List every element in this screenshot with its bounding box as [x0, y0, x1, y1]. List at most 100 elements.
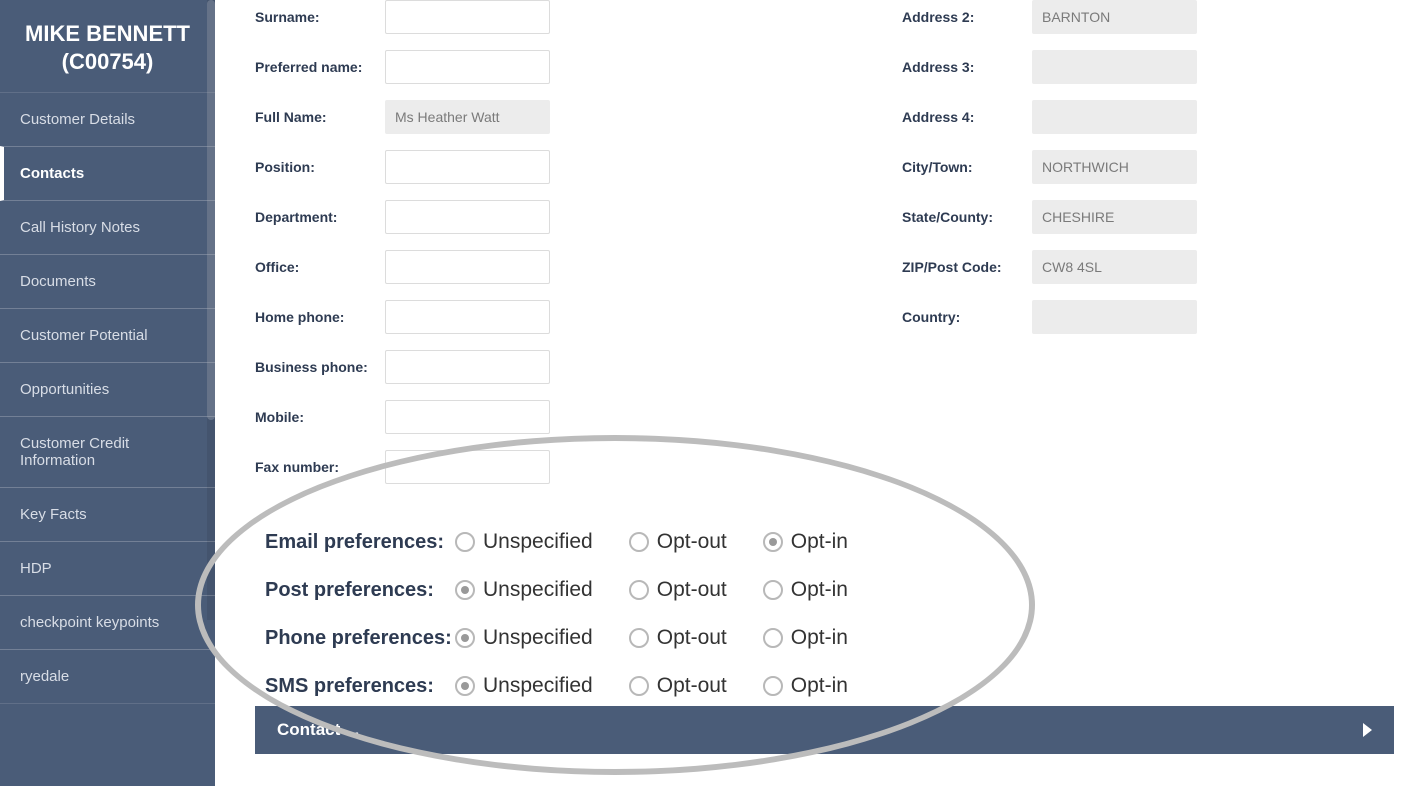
country-field-row: Country:: [902, 300, 1369, 334]
zip-post-code-field: [1032, 250, 1197, 284]
radio-icon[interactable]: [629, 532, 649, 552]
right-column: Address 2: Address 3: Address 4: City/Town:…: [902, 0, 1369, 500]
surname-field-label: Surname:: [255, 9, 385, 25]
left-column: Surname: Preferred name: Full Name: Positio…: [255, 0, 722, 500]
business-phone-field-label: Business phone:: [255, 359, 385, 375]
radio-icon[interactable]: [455, 628, 475, 648]
sidebar-item-call-history-notes[interactable]: Call History Notes: [0, 200, 215, 255]
fax-number-field-label: Fax number:: [255, 459, 385, 475]
post-preferences-opt-out[interactable]: Opt-out: [629, 578, 727, 602]
sms-preferences-opt-in[interactable]: Opt-in: [763, 674, 848, 698]
preferred-name-field-label: Preferred name:: [255, 59, 385, 75]
post-preferences-opt-in[interactable]: Opt-in: [763, 578, 848, 602]
sidebar-item-customer-potential[interactable]: Customer Potential: [0, 308, 215, 363]
mobile-field[interactable]: [385, 400, 550, 434]
phone-preferences-option-label: Opt-out: [657, 626, 727, 650]
post-preferences-label: Post preferences:: [265, 579, 455, 602]
sms-preferences-opt-out[interactable]: Opt-out: [629, 674, 727, 698]
surname-field[interactable]: [385, 0, 550, 34]
office-field-row: Office:: [255, 250, 722, 284]
sidebar-item-contacts[interactable]: Contacts: [0, 146, 215, 201]
radio-icon[interactable]: [455, 676, 475, 696]
mobile-field-row: Mobile:: [255, 400, 722, 434]
sidebar-scrollbar-thumb[interactable]: [207, 0, 215, 420]
sidebar-item-customer-details[interactable]: Customer Details: [0, 92, 215, 147]
office-field[interactable]: [385, 250, 550, 284]
email-preferences-opt-in[interactable]: Opt-in: [763, 530, 848, 554]
preferred-name-field[interactable]: [385, 50, 550, 84]
radio-icon[interactable]: [763, 676, 783, 696]
sidebar-item-documents[interactable]: Documents: [0, 254, 215, 309]
fax-number-field[interactable]: [385, 450, 550, 484]
sms-preferences-label: SMS preferences:: [265, 675, 455, 698]
radio-icon[interactable]: [763, 532, 783, 552]
home-phone-field[interactable]: [385, 300, 550, 334]
preferences-section: Email preferences: Unspecified Opt-out Opt-…: [225, 530, 1399, 698]
city-town-field-label: City/Town:: [902, 159, 1032, 175]
sidebar-item-checkpoint-keypoints[interactable]: checkpoint keypoints: [0, 595, 215, 650]
phone-preferences-label: Phone preferences:: [265, 627, 455, 650]
radio-icon[interactable]: [455, 580, 475, 600]
zip-post-code-field-label: ZIP/Post Code:: [902, 259, 1032, 275]
state-county-field-label: State/County:: [902, 209, 1032, 225]
state-county-field: [1032, 200, 1197, 234]
email-preferences-option-label: Unspecified: [483, 530, 593, 554]
contact-bar-label: Contact ...: [277, 720, 359, 740]
position-field[interactable]: [385, 150, 550, 184]
country-field-label: Country:: [902, 309, 1032, 325]
email-preferences-unspecified[interactable]: Unspecified: [455, 530, 593, 554]
office-field-label: Office:: [255, 259, 385, 275]
full-name-field-label: Full Name:: [255, 109, 385, 125]
address-2-field-label: Address 2:: [902, 9, 1032, 25]
full-name-field: [385, 100, 550, 134]
radio-icon[interactable]: [455, 532, 475, 552]
sms-preferences-option-label: Opt-in: [791, 674, 848, 698]
city-town-field: [1032, 150, 1197, 184]
post-preferences-option-label: Opt-out: [657, 578, 727, 602]
home-phone-field-label: Home phone:: [255, 309, 385, 325]
post-preferences-unspecified[interactable]: Unspecified: [455, 578, 593, 602]
business-phone-field[interactable]: [385, 350, 550, 384]
sidebar-item-ryedale[interactable]: ryedale: [0, 649, 215, 704]
sidebar-scrollbar[interactable]: [207, 0, 215, 620]
country-field: [1032, 300, 1197, 334]
post-preferences-option-label: Unspecified: [483, 578, 593, 602]
address-3-field-label: Address 3:: [902, 59, 1032, 75]
city-town-field-row: City/Town:: [902, 150, 1369, 184]
phone-preferences-opt-out[interactable]: Opt-out: [629, 626, 727, 650]
email-preferences-label: Email preferences:: [265, 531, 455, 554]
sidebar-item-customer-credit-information[interactable]: Customer Credit Information: [0, 416, 215, 488]
position-field-label: Position:: [255, 159, 385, 175]
phone-preferences-option-label: Unspecified: [483, 626, 593, 650]
email-preferences-option-label: Opt-in: [791, 530, 848, 554]
surname-field-row: Surname:: [255, 0, 722, 34]
radio-icon[interactable]: [629, 580, 649, 600]
sidebar-item-key-facts[interactable]: Key Facts: [0, 487, 215, 542]
sms-preferences-unspecified[interactable]: Unspecified: [455, 674, 593, 698]
zip-post-code-field-row: ZIP/Post Code:: [902, 250, 1369, 284]
sidebar: MIKE BENNETT (C00754) Customer DetailsCo…: [0, 0, 215, 786]
post-preferences-option-label: Opt-in: [791, 578, 848, 602]
sms-preferences-option-label: Opt-out: [657, 674, 727, 698]
sidebar-item-opportunities[interactable]: Opportunities: [0, 362, 215, 417]
sidebar-item-hdp[interactable]: HDP: [0, 541, 215, 596]
department-field-label: Department:: [255, 209, 385, 225]
main-content: Surname: Preferred name: Full Name: Positio…: [215, 0, 1409, 786]
state-county-field-row: State/County:: [902, 200, 1369, 234]
contact-accordion-bar[interactable]: Contact ...: [255, 706, 1394, 754]
phone-preferences-opt-in[interactable]: Opt-in: [763, 626, 848, 650]
radio-icon[interactable]: [629, 676, 649, 696]
sms-preferences-option-label: Unspecified: [483, 674, 593, 698]
email-preferences-opt-out[interactable]: Opt-out: [629, 530, 727, 554]
chevron-right-icon: [1363, 723, 1372, 737]
position-field-row: Position:: [255, 150, 722, 184]
radio-icon[interactable]: [763, 580, 783, 600]
address-4-field-row: Address 4:: [902, 100, 1369, 134]
mobile-field-label: Mobile:: [255, 409, 385, 425]
business-phone-field-row: Business phone:: [255, 350, 722, 384]
email-preferences-option-label: Opt-out: [657, 530, 727, 554]
phone-preferences-unspecified[interactable]: Unspecified: [455, 626, 593, 650]
radio-icon[interactable]: [629, 628, 649, 648]
department-field[interactable]: [385, 200, 550, 234]
radio-icon[interactable]: [763, 628, 783, 648]
